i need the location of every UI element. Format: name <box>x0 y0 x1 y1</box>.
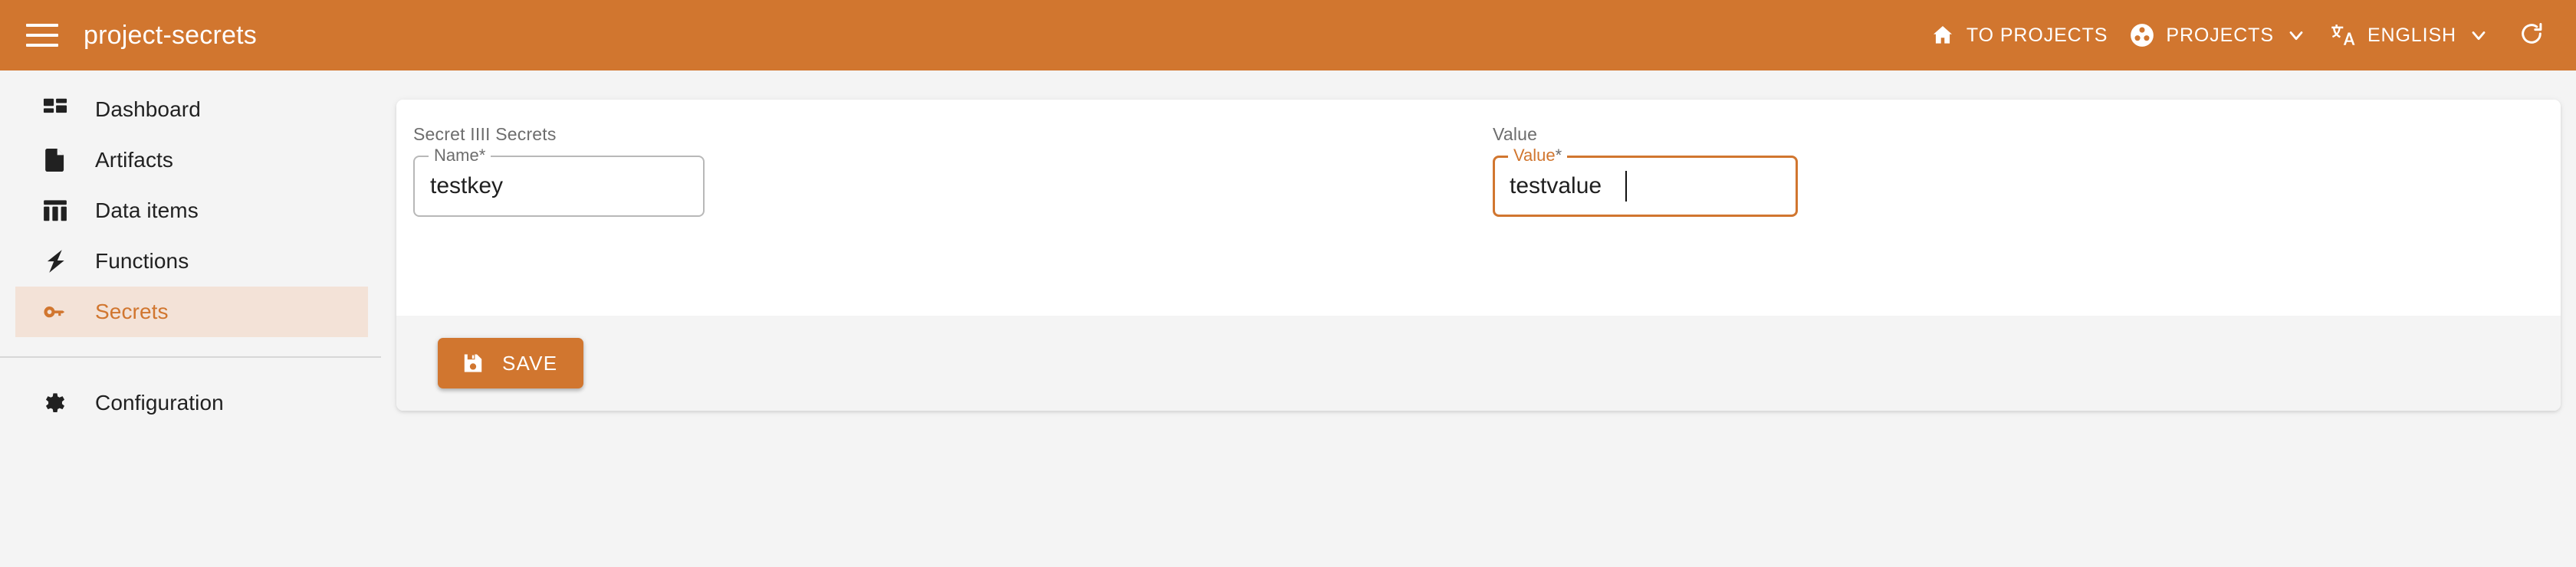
gear-icon <box>38 386 72 420</box>
sidebar-item-label: Configuration <box>95 391 224 415</box>
dashboard-icon <box>38 93 72 126</box>
language-label: ENGLISH <box>2367 24 2456 46</box>
hamburger-bar <box>26 34 58 37</box>
sidebar-item-dashboard[interactable]: Dashboard <box>15 84 368 135</box>
refresh-icon <box>2518 21 2545 51</box>
projects-label: PROJECTS <box>2166 24 2274 46</box>
to-projects-button[interactable]: TO PROJECTS <box>1919 11 2118 59</box>
header-actions: TO PROJECTS PROJECTS ENGLISH <box>1919 0 2553 70</box>
hamburger-menu-icon[interactable] <box>26 19 58 51</box>
value-caption: Value <box>1493 124 1538 144</box>
sidebar-item-artifacts[interactable]: Artifacts <box>15 135 368 185</box>
projects-menu-button[interactable]: PROJECTS <box>2118 11 2320 59</box>
language-menu-button[interactable]: ENGLISH <box>2320 11 2502 59</box>
hamburger-bar <box>26 24 58 27</box>
name-field[interactable]: Name* <box>413 146 705 217</box>
sidebar-item-functions[interactable]: Functions <box>15 236 368 287</box>
artifacts-file-icon <box>38 143 72 177</box>
to-projects-label: TO PROJECTS <box>1966 24 2108 46</box>
sidebar-item-secrets[interactable]: Secrets <box>15 287 368 337</box>
translate-icon <box>2331 22 2357 48</box>
secret-form-card: Secret IIII Secrets Name* Value Value* <box>396 100 2561 411</box>
sidebar-bottom-group: Configuration <box>0 378 383 428</box>
secret-form-body: Secret IIII Secrets Name* Value Value* <box>396 100 2561 316</box>
secret-form-footer: SAVE <box>396 316 2561 411</box>
name-input[interactable] <box>430 156 691 217</box>
home-icon <box>1930 22 1956 48</box>
save-button-label: SAVE <box>502 351 558 375</box>
sidebar-item-label: Functions <box>95 249 189 273</box>
secret-breadcrumb-caption: Secret IIII Secrets <box>413 124 557 144</box>
sidebar-item-label: Artifacts <box>95 148 174 172</box>
chevron-down-icon[interactable] <box>2283 22 2309 48</box>
refresh-button[interactable] <box>2510 14 2553 57</box>
chevron-down-icon[interactable] <box>2466 22 2492 48</box>
value-input[interactable] <box>1510 156 1784 217</box>
text-cursor <box>1625 171 1627 202</box>
app-header: project-secrets TO PROJECTS PROJECTS ENG… <box>0 0 2576 70</box>
data-items-table-icon <box>38 194 72 228</box>
sidebar-item-data-items[interactable]: Data items <box>15 185 368 236</box>
save-floppy-icon <box>459 349 487 377</box>
value-field[interactable]: Value* <box>1493 146 1798 217</box>
sidebar-item-label: Data items <box>95 198 199 222</box>
hamburger-bar <box>26 44 58 47</box>
value-field-block: Value Value* <box>1493 124 1798 217</box>
name-field-block: Secret IIII Secrets Name* <box>413 124 705 217</box>
functions-bolt-icon <box>38 244 72 278</box>
page-title: project-secrets <box>84 20 257 50</box>
save-button[interactable]: SAVE <box>438 338 584 388</box>
projects-hub-icon <box>2129 22 2155 48</box>
sidebar-divider <box>0 356 381 358</box>
sidebar-item-label: Secrets <box>95 300 169 323</box>
sidebar-item-configuration[interactable]: Configuration <box>15 378 368 428</box>
sidebar-item-label: Dashboard <box>95 97 201 121</box>
secrets-key-icon <box>38 295 72 329</box>
sidebar: Dashboard Artifacts Data items Functions… <box>0 70 383 567</box>
